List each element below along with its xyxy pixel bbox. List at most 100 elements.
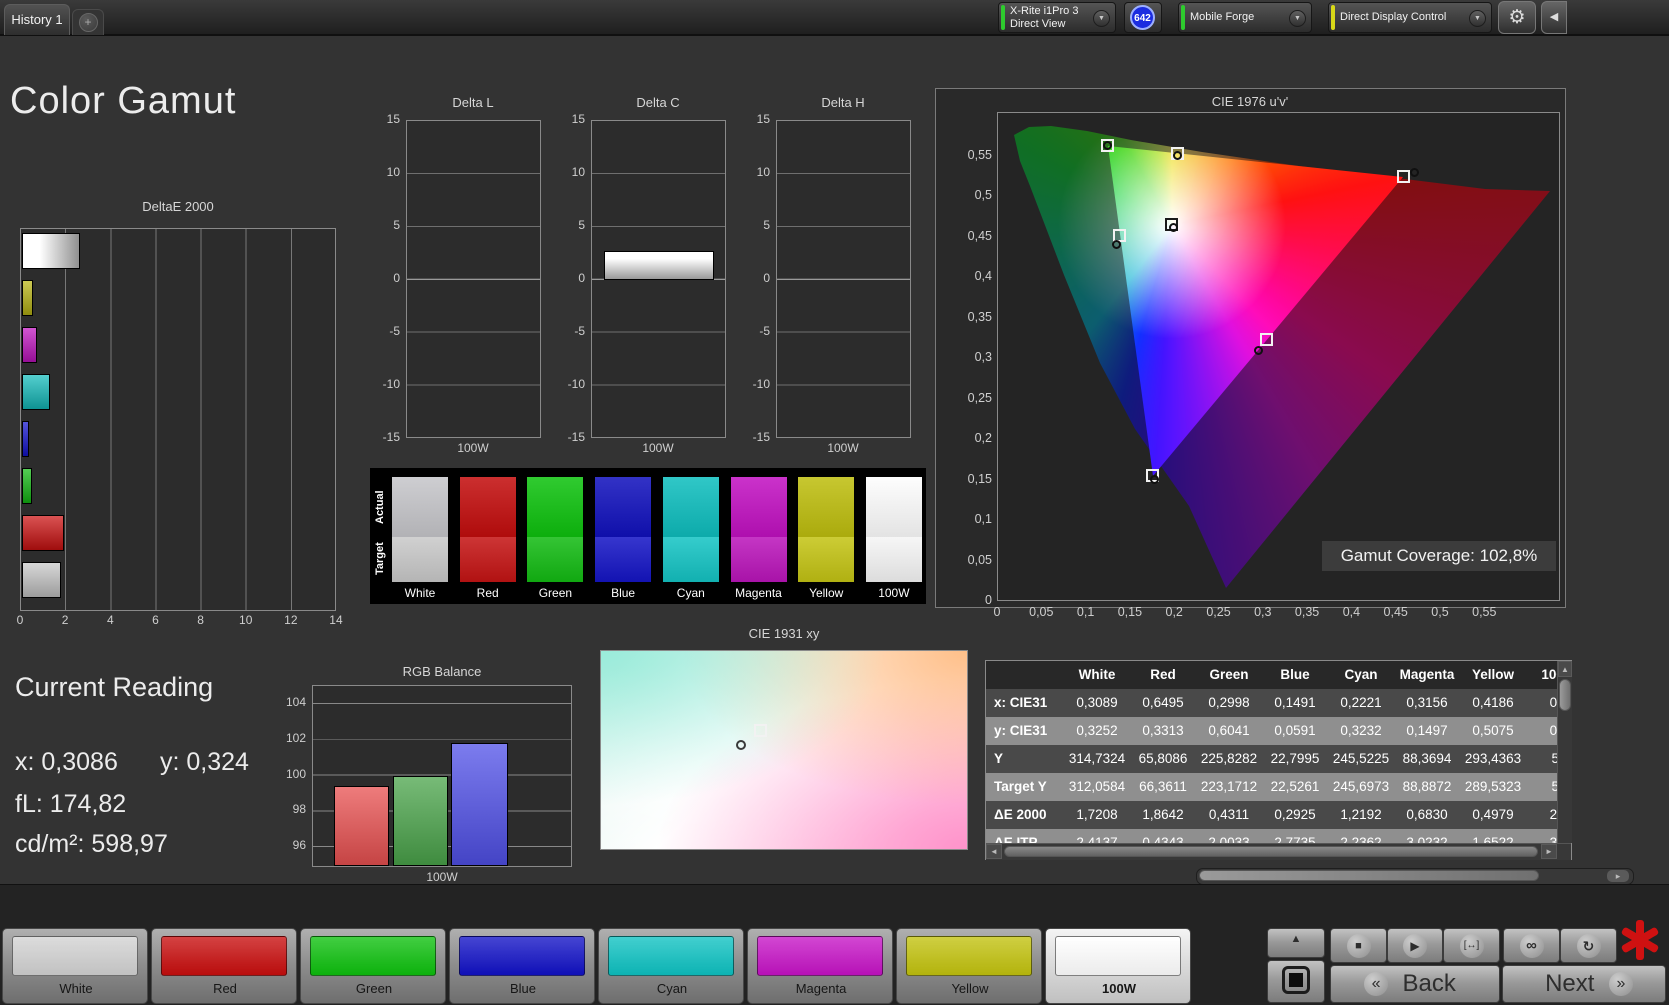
step-button[interactable]: [↔] (1443, 928, 1500, 963)
next-button[interactable]: Next » (1502, 965, 1666, 1003)
cie1976-ytick: 0,55 (967, 147, 992, 162)
recalibrate-asterisk-icon[interactable] (1620, 920, 1660, 960)
table-vertical-scrollbar[interactable]: ▲ (1557, 661, 1572, 843)
measurement-table: White Red Green Blue Cyan Magenta Yellow 100W x:… (985, 660, 1572, 860)
pattern-button-100w[interactable]: 100W (1045, 928, 1191, 1004)
delta-ytick: 10 (756, 165, 770, 179)
pattern-button-red[interactable]: Red (151, 928, 297, 1004)
display-control-dropdown[interactable]: Direct Display Control ▼ (1328, 2, 1492, 33)
delta-l-title: Delta L (452, 95, 494, 110)
actual-target-swatch-strip: Actual Target White Red Green Blue Cyan Magen… (370, 468, 926, 604)
delta-ytick: -10 (382, 377, 400, 391)
meter-count-badge[interactable]: 642 (1124, 2, 1162, 33)
swatch-target-blue (595, 537, 652, 582)
loop-button[interactable]: ∞ (1503, 928, 1560, 963)
table-cell: 0,4186 (1472, 695, 1514, 710)
pattern-button-white[interactable]: White (2, 928, 148, 1004)
pattern-button-blue[interactable]: Blue (449, 928, 595, 1004)
current-reading-title: Current Reading (15, 672, 214, 702)
table-cell: 225,8282 (1200, 751, 1258, 766)
delta-h-chart (776, 120, 911, 438)
current-reading-y: y: 0,324 (160, 748, 249, 776)
next-chevron-icon: » (1608, 972, 1633, 996)
scroll-left-icon[interactable]: ◄ (986, 844, 1002, 859)
scroll-up-icon[interactable]: ▲ (1558, 661, 1572, 677)
repeat-icon: ↻ (1576, 934, 1601, 958)
table-cell: 0,2221 (1340, 695, 1382, 710)
cie1976-ytick: 0,05 (967, 552, 992, 567)
meter-dropdown[interactable]: X-Rite i1Pro 3 Direct View ▼ (998, 2, 1116, 33)
table-row-label: Y (994, 751, 1004, 766)
cie1976-ytick: 0 (985, 593, 992, 607)
table-cell: 0,3 (1549, 695, 1557, 710)
delta-ytick: 5 (393, 218, 400, 232)
pattern-label: Magenta (795, 981, 847, 996)
collapse-panel-button[interactable]: ◀ (1541, 1, 1567, 34)
cie1976-chart-title: CIE 1976 u'v' (1211, 94, 1289, 109)
pattern-button-yellow[interactable]: Yellow (896, 928, 1042, 1004)
scroll-right-icon[interactable]: ► (1541, 844, 1557, 859)
swatch-actual-red (459, 477, 516, 537)
cie1976-xtick: 0,55 (1472, 605, 1497, 619)
rgb-bar-green (393, 775, 448, 866)
deltae2000-chart (20, 228, 336, 611)
table-cell: 0,6830 (1406, 807, 1448, 822)
stop-button[interactable]: ■ (1330, 928, 1387, 963)
pattern-list-scrollbar[interactable]: ▸ (1196, 868, 1634, 885)
add-tab-button[interactable]: + (72, 9, 104, 35)
horizontal-scroll-thumb[interactable] (1004, 846, 1538, 857)
table-cell: 1,6522 (1472, 835, 1514, 843)
delta-ytick: 10 (386, 165, 400, 179)
meter-dropdown-label: X-Rite i1Pro 3 Direct View (1010, 5, 1079, 30)
table-cell: 1,8642 (1142, 807, 1184, 822)
table-row: ΔE 2000 1,7208 1,8642 0,4311 0,2925 1,2192 0,6… (986, 801, 1557, 829)
swatch-label: Green (538, 586, 573, 600)
delta-xlabel: 100W (642, 441, 674, 455)
vertical-scroll-thumb[interactable] (1559, 679, 1571, 711)
tab-history-1[interactable]: History 1 (4, 4, 70, 35)
play-icon: ▶ (1403, 934, 1427, 958)
cie1976-ytick: 0,4 (974, 269, 992, 283)
swatch-actual-white (392, 477, 448, 537)
table-cell: 2,4137 (1076, 835, 1118, 843)
pattern-scroll-thumb[interactable] (1199, 870, 1539, 881)
cie1976-xtick: 0,25 (1206, 605, 1231, 619)
pattern-window-up-button[interactable]: ▲ (1267, 928, 1325, 958)
source-dropdown[interactable]: Mobile Forge ▼ (1178, 2, 1312, 33)
table-cell: 2,2362 (1340, 835, 1382, 843)
cie1976-xtick: 0,1 (1076, 605, 1095, 619)
table-cell: 3,4 (1549, 835, 1557, 843)
table-row-label: y: CIE31 (994, 723, 1048, 738)
pattern-button-cyan[interactable]: Cyan (598, 928, 744, 1004)
pattern-window-button[interactable] (1267, 960, 1325, 1003)
back-button[interactable]: « Back (1330, 965, 1500, 1003)
cie1976-ytick: 0,1 (974, 512, 992, 526)
table-cell: 2,7735 (1274, 835, 1316, 843)
marker-circle-green (1103, 140, 1113, 150)
delta-ytick: 15 (386, 112, 400, 126)
delta-ytick: 15 (571, 112, 585, 126)
table-cell: 0,3252 (1076, 723, 1118, 738)
rgb-ytick: 98 (292, 802, 306, 817)
table-cell: 59 (1551, 751, 1557, 766)
delta-l-chart (406, 120, 541, 438)
table-header-cell: Yellow (1471, 667, 1515, 682)
rgb-bar-blue (451, 743, 508, 866)
cie1976-ytick: 0,45 (967, 228, 992, 243)
swatch-actual-yellow (798, 477, 855, 537)
settings-button[interactable]: ⚙ (1498, 1, 1536, 34)
delta-ytick: -15 (752, 430, 770, 444)
display-status-bar (1331, 5, 1335, 30)
table-cell: 66,3611 (1139, 779, 1187, 794)
pattern-button-magenta[interactable]: Magenta (747, 928, 893, 1004)
delta-xlabel: 100W (457, 441, 489, 455)
swatch-label: Cyan (676, 586, 705, 600)
pattern-scroll-right-icon[interactable]: ▸ (1607, 870, 1629, 882)
play-button[interactable]: ▶ (1387, 928, 1443, 963)
delta-ytick: -15 (567, 430, 585, 444)
repeat-button[interactable]: ↻ (1560, 928, 1617, 963)
loop-icon: ∞ (1519, 934, 1544, 958)
table-horizontal-scrollbar[interactable]: ◄ ► (986, 843, 1571, 860)
table-cell: 0,3 (1549, 723, 1557, 738)
pattern-button-green[interactable]: Green (300, 928, 446, 1004)
